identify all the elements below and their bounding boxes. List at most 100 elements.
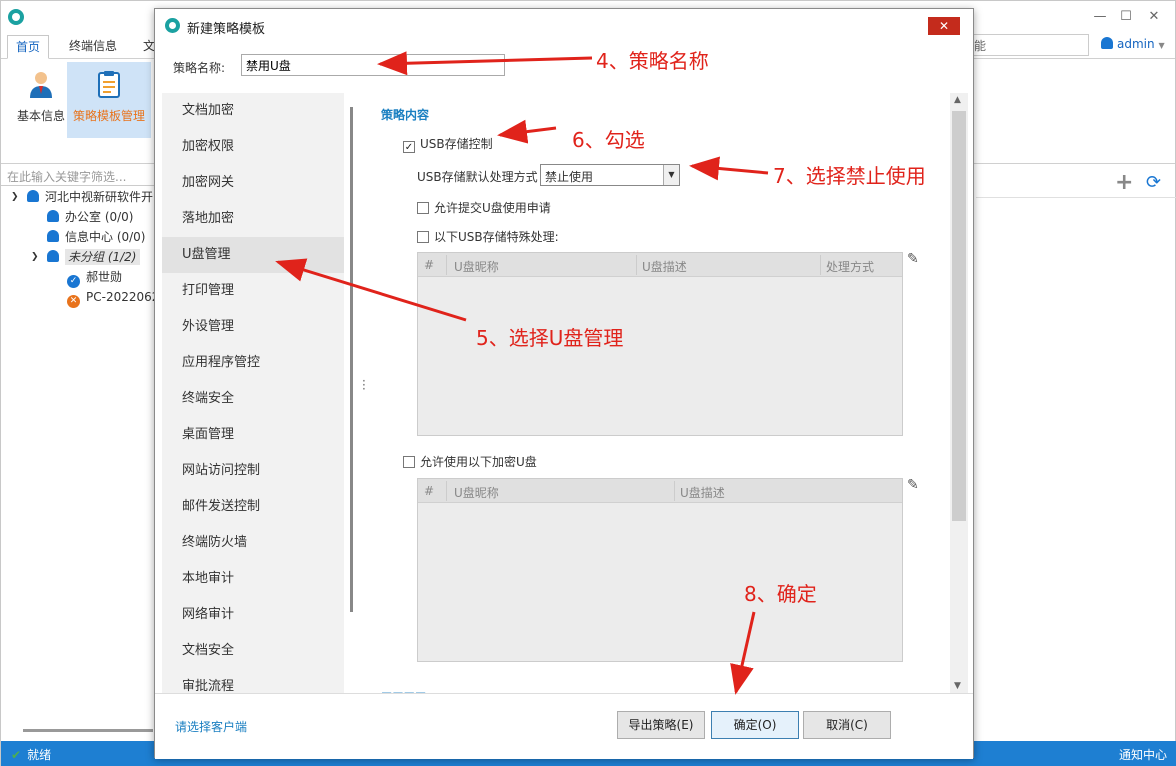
cancel-button[interactable]: 取消(C)	[803, 711, 891, 739]
column-header: #	[424, 258, 435, 272]
tree-node[interactable]: ❯ 未分组 (1/2)	[1, 247, 161, 267]
minimize-icon[interactable]: —	[1087, 7, 1113, 27]
checkbox-checked-icon[interactable]: ✓	[403, 141, 415, 153]
nav-item-peripheral-management[interactable]: 外设管理	[162, 309, 344, 345]
nav-item-desktop-management[interactable]: 桌面管理	[162, 417, 344, 453]
select-client-link[interactable]: 请选择客户端	[175, 718, 247, 735]
ok-button[interactable]: 确定(O)	[711, 711, 799, 739]
splitter-handle[interactable]: · · ·	[362, 375, 366, 395]
column-divider	[446, 481, 447, 501]
annotation-step8: 8、确定	[744, 582, 817, 606]
close-window-icon[interactable]: ✕	[1141, 7, 1167, 27]
add-icon[interactable]: +	[1115, 172, 1133, 194]
nav-item-terminal-security[interactable]: 终端安全	[162, 381, 344, 417]
group-icon	[27, 190, 39, 202]
annotation-step4: 4、策略名称	[596, 49, 709, 73]
checkbox-icon[interactable]	[417, 231, 429, 243]
horizontal-scrollbar[interactable]	[23, 729, 153, 732]
export-policy-button[interactable]: 导出策略(E)	[617, 711, 705, 739]
tree-node[interactable]: ✓ 郝世勋	[1, 267, 161, 288]
nav-item-encryption-permission[interactable]: 加密权限	[162, 129, 344, 165]
section-title: 策略内容	[381, 108, 430, 122]
check-icon: ✔	[11, 748, 22, 762]
clipboard-icon	[98, 71, 120, 98]
nav-item-print-management[interactable]: 打印管理	[162, 273, 344, 309]
annotation-step5: 5、选择U盘管理	[476, 326, 624, 350]
dialog-footer: 请选择客户端 导出策略(E) 确定(O) 取消(C)	[155, 693, 973, 759]
nav-item-usb-management[interactable]: U盘管理	[162, 237, 344, 273]
close-icon[interactable]: ✕	[928, 17, 960, 35]
checkbox-icon[interactable]	[417, 202, 429, 214]
default-action-value: 禁止使用	[545, 170, 594, 184]
chevron-down-icon: ▼	[1158, 41, 1165, 50]
tab-home[interactable]: 首页	[7, 35, 50, 59]
allow-request-checkbox[interactable]: 允许提交U盘使用申请	[417, 199, 551, 216]
allow-encrypted-usb-checkbox[interactable]: 允许使用以下加密U盘	[403, 453, 537, 470]
group-icon	[47, 250, 59, 262]
checkbox-icon[interactable]	[403, 456, 415, 468]
status-text: ✔ 就绪	[11, 748, 52, 762]
maximize-icon[interactable]: ☐	[1113, 7, 1139, 27]
notification-center[interactable]: 通知中心	[1119, 746, 1167, 763]
tree-node[interactable]: 办公室 (0/0)	[1, 207, 161, 227]
column-divider	[820, 255, 821, 275]
nav-item-encryption-gateway[interactable]: 加密网关	[162, 165, 344, 201]
nav-item-doc-security[interactable]: 文档安全	[162, 633, 344, 669]
nav-item-app-control[interactable]: 应用程序管控	[162, 345, 344, 381]
nav-scrollbar[interactable]	[350, 107, 353, 612]
nav-item-firewall[interactable]: 终端防火墙	[162, 525, 344, 561]
nav-item-doc-encryption[interactable]: 文档加密	[162, 93, 344, 129]
app-logo-icon	[8, 9, 24, 25]
nav-item-network-audit[interactable]: 网络审计	[162, 597, 344, 633]
policy-name-label: 策略名称:	[173, 61, 226, 75]
tree-node[interactable]: ✕ PC-2022062	[1, 287, 161, 308]
refresh-icon[interactable]: ⟳	[1146, 173, 1161, 193]
table-header: # U盘昵称 U盘描述 处理方式	[418, 253, 902, 277]
edit-icon[interactable]: ✎	[907, 477, 919, 493]
user-menu[interactable]: admin ▼	[1101, 37, 1165, 51]
nav-item-local-audit[interactable]: 本地审计	[162, 561, 344, 597]
table-header: # U盘昵称 U盘描述	[418, 479, 902, 503]
nav-item-approval-flow[interactable]: 审批流程	[162, 669, 344, 693]
chevron-down-icon[interactable]: ❯	[11, 187, 19, 207]
chevron-down-icon[interactable]: ❯	[31, 247, 39, 267]
search-input[interactable]: 能	[967, 34, 1089, 56]
dialog-title: 新建策略模板	[187, 22, 266, 37]
annotation-step6: 6、勾选	[572, 128, 645, 152]
column-header: U盘昵称	[454, 486, 499, 500]
edit-icon[interactable]: ✎	[907, 251, 919, 267]
person-icon	[30, 72, 52, 98]
scroll-down-icon[interactable]: ▼	[954, 681, 961, 691]
tab-terminal-info[interactable]: 终端信息	[61, 35, 125, 59]
group-icon	[47, 210, 59, 222]
nav-item-email-control[interactable]: 邮件发送控制	[162, 489, 344, 525]
nav-item-website-access[interactable]: 网站访问控制	[162, 453, 344, 489]
scroll-up-icon[interactable]: ▲	[954, 95, 961, 105]
group-icon	[47, 230, 59, 242]
username: admin	[1117, 37, 1155, 51]
offline-icon: ✕	[67, 295, 80, 308]
nav-item-landing-encryption[interactable]: 落地加密	[162, 201, 344, 237]
encrypted-usb-table[interactable]: # U盘昵称 U盘描述	[417, 478, 903, 662]
column-divider	[636, 255, 637, 275]
dialog-titlebar: 新建策略模板 ✕	[155, 9, 973, 43]
policy-name-input[interactable]	[241, 54, 505, 76]
tree-node[interactable]: 信息中心 (0/0)	[1, 227, 161, 247]
filter-input[interactable]: 在此输入关键字筛选...	[1, 166, 161, 186]
content-scrollbar[interactable]: ▲ ▼	[950, 93, 968, 693]
column-header: #	[424, 484, 435, 498]
policy-template-button[interactable]: 策略模板管理	[67, 62, 151, 138]
scrollbar-thumb[interactable]	[952, 111, 966, 521]
new-policy-template-dialog: 新建策略模板 ✕ 策略名称: 文档加密 加密权限 加密网关 落地加密 U盘管理 …	[154, 8, 974, 759]
annotation-step7: 7、选择禁止使用	[773, 164, 926, 188]
default-action-select[interactable]: 禁止使用 ▼	[540, 164, 680, 186]
app-logo-icon	[165, 18, 180, 33]
usb-control-checkbox[interactable]: ✓ USB存储控制	[403, 135, 493, 153]
user-icon	[1101, 37, 1113, 49]
column-header: 处理方式	[826, 260, 875, 274]
special-handling-checkbox[interactable]: 以下USB存储特殊处理:	[417, 228, 559, 245]
default-action-label: USB存储默认处理方式	[417, 170, 538, 184]
chevron-down-icon[interactable]: ▼	[663, 165, 679, 185]
policy-category-nav: 文档加密 加密权限 加密网关 落地加密 U盘管理 打印管理 外设管理 应用程序管…	[162, 93, 344, 693]
tree-node[interactable]: ❯ 河北中视新研软件开	[1, 187, 161, 207]
